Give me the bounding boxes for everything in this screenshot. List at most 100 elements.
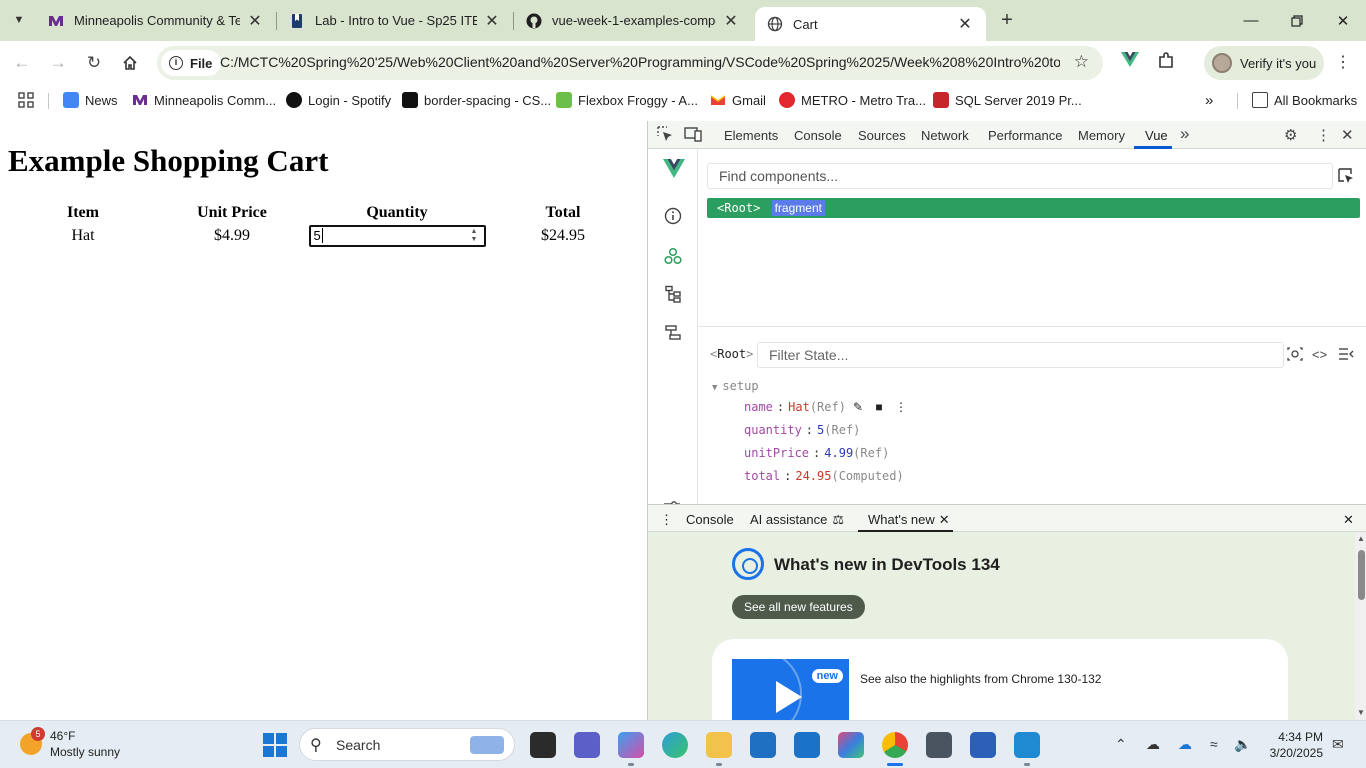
- weather-temperature[interactable]: 46°F: [50, 729, 75, 743]
- close-devtools-icon[interactable]: ✕: [1341, 126, 1354, 144]
- close-drawer-icon[interactable]: ✕: [1343, 512, 1354, 528]
- microsoft-365-icon[interactable]: [838, 732, 864, 758]
- bookmark-spotify[interactable]: Login - Spotify: [286, 90, 391, 110]
- volume-icon[interactable]: 🔈: [1234, 736, 1251, 753]
- bookmark-metro[interactable]: METRO - Metro Tra...: [779, 90, 926, 110]
- profile-verify-button[interactable]: Verify it's you: [1204, 46, 1324, 80]
- component-tree-root[interactable]: <Root> fragment: [707, 198, 1360, 218]
- file-explorer-icon[interactable]: [706, 732, 732, 758]
- teams-icon[interactable]: [574, 732, 600, 758]
- state-prop-row[interactable]: name: Hat(Ref): [744, 400, 846, 414]
- bookmark-news[interactable]: News: [63, 90, 118, 110]
- reload-icon[interactable]: ↻: [82, 51, 106, 75]
- tab-vue[interactable]: Vue: [1145, 128, 1168, 143]
- start-windows-icon[interactable]: [263, 733, 287, 757]
- bookmark-minneapolis[interactable]: Minneapolis Comm...: [132, 90, 276, 110]
- video-thumbnail[interactable]: new: [732, 659, 849, 720]
- chrome-icon[interactable]: [882, 732, 908, 758]
- state-prop-row[interactable]: total:24.95(Computed): [744, 469, 904, 483]
- vue-devtools-extension-icon[interactable]: [1119, 52, 1141, 74]
- tab-console[interactable]: Console: [794, 128, 842, 143]
- filter-state-input[interactable]: Filter State...: [757, 342, 1284, 368]
- address-bar[interactable]: i File C:/MCTC%20Spring%20'25/Web%20Clie…: [157, 46, 1103, 80]
- close-window-icon[interactable]: ✕: [1320, 0, 1366, 41]
- outlook-icon[interactable]: [794, 732, 820, 758]
- back-arrow-icon[interactable]: ←: [10, 51, 34, 75]
- scroll-down-icon[interactable]: ▼: [1357, 708, 1365, 717]
- inspect-element-icon[interactable]: [657, 126, 673, 146]
- collapse-panel-icon[interactable]: [1338, 347, 1354, 364]
- state-prop-row[interactable]: unitPrice:4.99(Ref): [744, 446, 889, 460]
- tab-performance[interactable]: Performance: [988, 128, 1062, 143]
- close-tab-icon[interactable]: ✕: [939, 512, 950, 527]
- scroll-up-icon[interactable]: ▲: [1357, 534, 1365, 543]
- more-tabs-chevron-icon[interactable]: »: [1180, 124, 1189, 144]
- extensions-puzzle-icon[interactable]: [1155, 52, 1177, 74]
- vscode-icon[interactable]: [1014, 732, 1040, 758]
- scroll-to-component-icon[interactable]: [1287, 347, 1303, 364]
- minimize-icon[interactable]: —: [1228, 0, 1274, 41]
- calculator-icon[interactable]: [926, 732, 952, 758]
- tab-minneapolis[interactable]: Minneapolis Community & Tech ✕: [36, 0, 276, 41]
- all-bookmarks[interactable]: All Bookmarks: [1252, 90, 1357, 110]
- taskbar-search[interactable]: ⚲ Search: [299, 728, 515, 761]
- drawer-kebab-icon[interactable]: ⋮: [660, 512, 673, 528]
- find-components-input[interactable]: Find components...: [707, 163, 1333, 189]
- highlights-text[interactable]: See also the highlights from Chrome 130-…: [860, 672, 1101, 686]
- restore-icon[interactable]: [1274, 0, 1320, 41]
- url-text[interactable]: C:/MCTC%20Spring%20'25/Web%20Client%20an…: [220, 54, 1060, 70]
- edge-icon[interactable]: [662, 732, 688, 758]
- scrollbar-thumb[interactable]: [1358, 550, 1365, 600]
- site-info-chip[interactable]: i File: [161, 50, 222, 76]
- onedrive-icon[interactable]: ☁: [1178, 736, 1192, 753]
- task-view-icon[interactable]: [530, 732, 556, 758]
- see-all-features-button[interactable]: See all new features: [732, 595, 865, 619]
- tab-memory[interactable]: Memory: [1078, 128, 1125, 143]
- forward-arrow-icon[interactable]: →: [46, 51, 70, 75]
- device-toolbar-icon[interactable]: [684, 126, 702, 146]
- code-brackets-icon[interactable]: <>: [1312, 347, 1327, 362]
- tab-lab-intro-vue[interactable]: Lab - Intro to Vue - Sp25 ITEC 2 ✕: [277, 0, 513, 41]
- quantity-input[interactable]: 5 ▲ ▼: [308, 225, 486, 247]
- notifications-bell-icon[interactable]: ✉: [1332, 736, 1344, 753]
- vertical-scrollbar[interactable]: ▲ ▼: [1355, 532, 1366, 720]
- drawer-tab-ai-assistance[interactable]: AI assistance ⚖: [750, 512, 844, 528]
- bookmark-star-icon[interactable]: ☆: [1074, 52, 1089, 72]
- tab-elements[interactable]: Elements: [724, 128, 778, 143]
- settings-gear-icon[interactable]: ⚙: [1284, 126, 1297, 144]
- components-icon[interactable]: [663, 247, 683, 267]
- state-prop-row[interactable]: quantity:5(Ref): [744, 423, 860, 437]
- select-component-icon[interactable]: [1338, 168, 1354, 187]
- prop-more-icon[interactable]: ⋮: [895, 400, 907, 414]
- apps-grid-icon[interactable]: [18, 90, 34, 110]
- drawer-tab-console[interactable]: Console: [686, 512, 734, 527]
- tab-search-chevron-icon[interactable]: ▼: [6, 7, 32, 33]
- pinia-routes-icon[interactable]: [663, 324, 683, 344]
- kebab-menu-icon[interactable]: ⋮: [1332, 52, 1354, 74]
- timeline-tree-icon[interactable]: [663, 285, 683, 305]
- wifi-icon[interactable]: ≈: [1210, 736, 1218, 752]
- tab-github-repo[interactable]: vue-week-1-examples-composi ✕: [514, 0, 752, 41]
- bookmark-border-spacing[interactable]: border-spacing - CS...: [402, 90, 551, 110]
- home-icon[interactable]: [118, 51, 142, 75]
- tab-sources[interactable]: Sources: [858, 128, 906, 143]
- close-tab-icon[interactable]: ✕: [246, 11, 264, 31]
- info-circle-icon[interactable]: [663, 207, 683, 227]
- tab-network[interactable]: Network: [921, 128, 969, 143]
- copilot-icon[interactable]: [618, 732, 644, 758]
- cloud-icon[interactable]: ☁: [1146, 736, 1160, 753]
- drawer-tab-whats-new[interactable]: What's new ✕: [868, 512, 950, 528]
- weather-description[interactable]: Mostly sunny: [50, 745, 120, 759]
- close-tab-icon[interactable]: ✕: [722, 11, 740, 31]
- show-hidden-icons-chevron-icon[interactable]: ⌃: [1115, 736, 1127, 753]
- tab-cart[interactable]: Cart ✕: [755, 7, 986, 41]
- highlights-card[interactable]: new See also the highlights from Chrome …: [712, 639, 1288, 720]
- number-spinner-icon[interactable]: ▲ ▼: [471, 228, 480, 244]
- microsoft-store-icon[interactable]: [750, 732, 776, 758]
- bookmark-sql-server[interactable]: SQL Server 2019 Pr...: [933, 90, 1082, 110]
- more-bookmarks-chevron-icon[interactable]: »: [1205, 90, 1213, 110]
- close-tab-icon[interactable]: ✕: [483, 11, 501, 31]
- system-clock[interactable]: 4:34 PM 3/20/2025: [1267, 729, 1323, 761]
- devtools-kebab-icon[interactable]: ⋮: [1316, 126, 1331, 144]
- close-tab-icon[interactable]: ✕: [956, 14, 974, 34]
